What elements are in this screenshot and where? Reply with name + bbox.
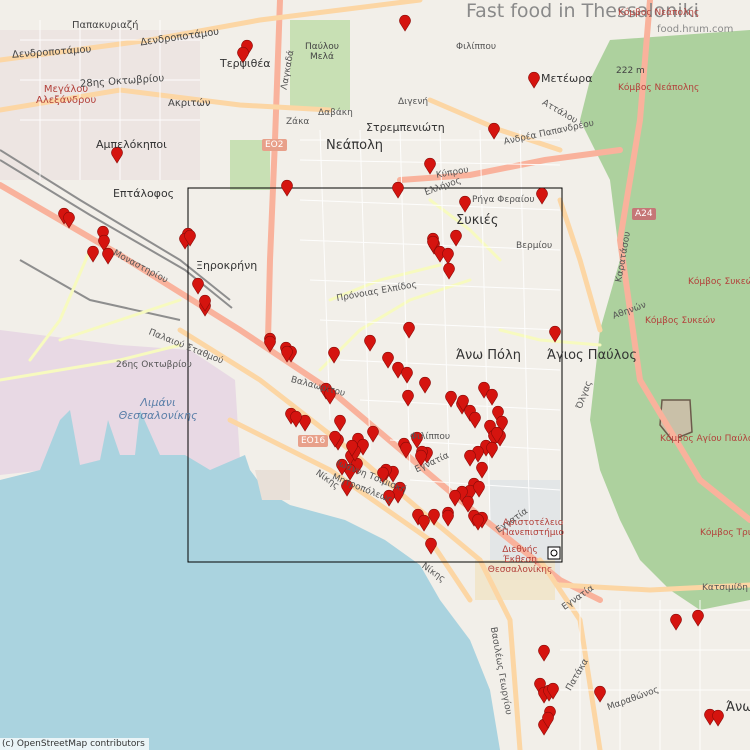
label-ano-poli: Άνω Πόλη bbox=[456, 348, 521, 363]
label-megalou-alexandrou: Μεγάλου Αλεξάνδρου bbox=[36, 84, 97, 106]
shield-a24: Α24 bbox=[632, 208, 656, 220]
label-terpsithea: Τερψιθέα bbox=[220, 57, 271, 70]
label-xirokrini: Ξηροκρήνη bbox=[196, 259, 258, 272]
label-riga-feraiou: Ρήγα Φεραίου bbox=[472, 195, 535, 205]
label-kombos-neapolis-2: Κόμβος Νεάπολης bbox=[618, 83, 700, 93]
label-kombos-sykeon-1: Κόμβος Συκεών bbox=[688, 277, 750, 287]
map-canvas[interactable]: Fast food in Thessaloniki food.hrum.com … bbox=[0, 0, 750, 750]
shield-eo2: ΕΟ2 bbox=[262, 139, 287, 151]
shield-eo16: ΕΟ16 bbox=[298, 435, 329, 447]
label-sykies: Συκιές bbox=[456, 213, 499, 228]
label-neapoli: Νεάπολη bbox=[326, 138, 384, 153]
label-akriton: Ακριτών bbox=[168, 98, 211, 109]
label-filippou-center: Φιλίππου bbox=[410, 432, 451, 442]
label-ampelokipoi: Αμπελόκηποι bbox=[96, 138, 167, 151]
label-vermiou: Βερμίου bbox=[516, 241, 553, 251]
label-agios-pavlos: Άγιος Παύλος bbox=[547, 348, 637, 363]
label-limani: Λιμάνι Θεσσαλονίκης bbox=[118, 396, 198, 422]
label-diethnis-ekthesi: Διεθνής Έκθεση Θεσσαλονίκης bbox=[487, 545, 553, 575]
map-subtitle[interactable]: food.hrum.com bbox=[657, 24, 733, 35]
label-papakiriazi: Παπακυριαζή bbox=[72, 20, 139, 31]
label-katsimidi: Κατσιμίδη bbox=[702, 583, 748, 593]
label-elevation: 222 m bbox=[616, 66, 645, 76]
label-davaki: Δαβάκη bbox=[318, 108, 353, 118]
label-aristotelio: Αριστοτέλειο Πανεπιστήμιο bbox=[501, 518, 565, 538]
map-base[interactable] bbox=[0, 0, 750, 750]
label-26-oktovriou: 26ης Οκτωβρίου bbox=[116, 360, 192, 370]
label-pavlou-mela: Παύλου Μελά bbox=[305, 42, 339, 62]
label-kombos-tria: Κόμβος Τρια bbox=[700, 528, 750, 538]
park-pavlou-mela bbox=[290, 20, 350, 110]
label-zaka: Ζάκα bbox=[286, 117, 310, 127]
osm-attribution[interactable]: (c) OpenStreetMap contributors bbox=[0, 738, 149, 750]
label-kombos-agiou-pavlou: Κόμβος Αγίου Παύλου bbox=[660, 434, 750, 444]
label-kombos-neapolis-1: Κόμβος Νεάπολης bbox=[618, 8, 700, 18]
label-filippou-north: Φιλίππου bbox=[456, 42, 497, 52]
label-meteora: Μετέωρα bbox=[541, 72, 593, 85]
label-strempeniotis: Στρεμπενιώτη bbox=[366, 121, 445, 134]
label-eptalofos: Επτάλοφος bbox=[113, 187, 175, 200]
label-ano-toumpa: Άνω Τ bbox=[726, 700, 750, 715]
label-digeni: Διγενή bbox=[398, 97, 429, 107]
label-kombos-sykeon-2: Κόμβος Συκεών bbox=[645, 316, 716, 326]
